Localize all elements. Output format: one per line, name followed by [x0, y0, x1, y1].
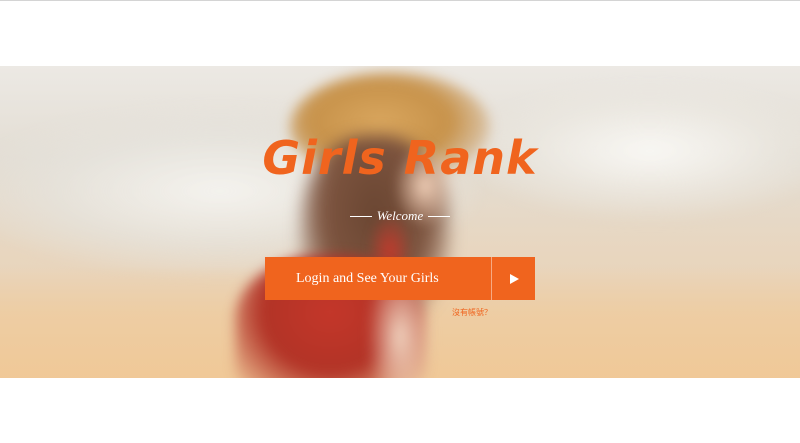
brand-title: Girls Rank [262, 131, 538, 185]
welcome-text: Welcome [376, 208, 424, 223]
landing-page: Girls Rank Welcome Login and See Your Gi… [0, 0, 800, 443]
top-divider [0, 0, 800, 1]
welcome-line-right [428, 215, 451, 217]
signup-link[interactable]: 沒有帳號？ [452, 307, 492, 318]
welcome-line-left [349, 215, 372, 217]
welcome-tagline: Welcome [0, 208, 800, 224]
login-button[interactable]: Login and See Your Girls [265, 257, 535, 300]
play-arrow-icon-svg [509, 273, 519, 284]
play-arrow-icon[interactable] [492, 257, 535, 300]
login-button-label: Login and See Your Girls [296, 270, 439, 286]
